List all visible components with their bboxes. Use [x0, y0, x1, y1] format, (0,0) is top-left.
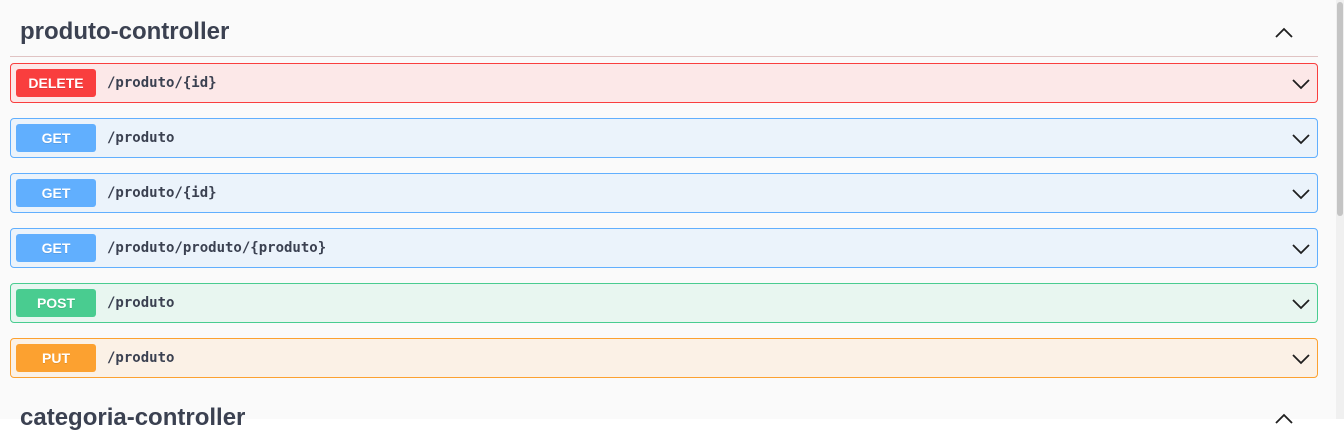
operation-path: /produto/{id}: [107, 75, 217, 91]
chevron-up-icon[interactable]: [1274, 409, 1294, 429]
swagger-page: produto-controller DELETE /produto/{id} …: [0, 0, 1336, 431]
operation-get-produto[interactable]: GET /produto: [10, 118, 1318, 158]
method-badge: PUT: [16, 344, 96, 372]
scrollbar[interactable]: [1336, 0, 1344, 419]
operation-post-produto[interactable]: POST /produto: [10, 283, 1318, 323]
method-badge: DELETE: [16, 69, 96, 97]
chevron-up-icon[interactable]: [1274, 23, 1294, 43]
chevron-down-icon[interactable]: [1291, 129, 1311, 149]
tag-title: categoria-controller: [20, 404, 246, 431]
operation-delete-produto-id[interactable]: DELETE /produto/{id}: [10, 63, 1318, 103]
chevron-down-icon[interactable]: [1291, 239, 1311, 259]
operation-path: /produto: [107, 295, 175, 311]
chevron-down-icon[interactable]: [1291, 294, 1311, 314]
method-badge: POST: [16, 289, 96, 317]
operation-path: /produto: [107, 350, 175, 366]
operation-put-produto[interactable]: PUT /produto: [10, 338, 1318, 378]
chevron-down-icon[interactable]: [1291, 184, 1311, 204]
method-badge: GET: [16, 234, 96, 262]
chevron-down-icon[interactable]: [1291, 74, 1311, 94]
operation-path: /produto/produto/{produto}: [107, 240, 327, 256]
operation-path: /produto/{id}: [107, 185, 217, 201]
operation-get-produto-id[interactable]: GET /produto/{id}: [10, 173, 1318, 213]
method-badge: GET: [16, 124, 96, 152]
tag-title: produto-controller: [20, 18, 230, 45]
tag-header-categoria-controller[interactable]: categoria-controller: [10, 395, 1318, 443]
method-badge: GET: [16, 179, 96, 207]
chevron-down-icon[interactable]: [1291, 349, 1311, 369]
operation-get-produto-produto[interactable]: GET /produto/produto/{produto}: [10, 228, 1318, 268]
operation-path: /produto: [107, 130, 175, 146]
scrollbar-thumb[interactable]: [1337, 2, 1343, 216]
tag-header-produto-controller[interactable]: produto-controller: [10, 9, 1318, 57]
